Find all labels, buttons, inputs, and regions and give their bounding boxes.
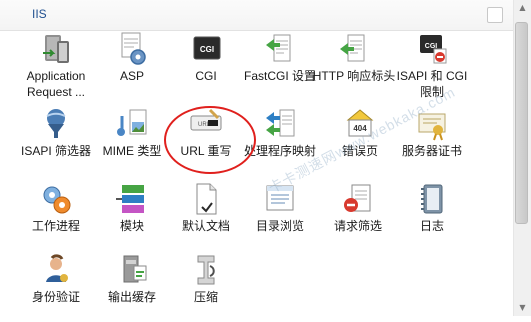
section-header: IIS [0, 0, 531, 31]
asp-icon [121, 32, 146, 65]
worker-processes-icon [43, 186, 71, 214]
feature-mime-types[interactable]: MIME 类型 [90, 106, 174, 176]
item-label: ASP [119, 69, 144, 83]
feature-worker-processes[interactable]: 工作进程 [14, 181, 98, 251]
item-label: 服务器证书 [401, 144, 462, 158]
item-label: 压缩 [193, 290, 218, 304]
feature-authentication[interactable]: 身份验证 [14, 252, 98, 322]
feature-default-document[interactable]: 默认文档 [164, 181, 248, 251]
fastcgi-icon [266, 34, 291, 62]
item-label: CGI [195, 69, 217, 83]
mime-types-icon [117, 109, 147, 136]
application-request-routing-icon [43, 35, 69, 63]
feature-application-request-routing[interactable]: Application Request ... [14, 31, 98, 101]
item-label: 默认文档 [181, 219, 230, 233]
isapi-filters-icon [46, 109, 66, 138]
authentication-icon [46, 254, 68, 282]
item-label: FastCGI 设置 [243, 69, 316, 83]
handler-mappings-icon [266, 109, 295, 137]
feature-output-caching[interactable]: 输出缓存 [90, 252, 174, 322]
logging-icon [421, 184, 443, 214]
feature-cgi[interactable]: CGI CGI [164, 31, 248, 101]
item-label: ISAPI 筛选器 [20, 144, 91, 158]
svg-text:CGI: CGI [200, 45, 214, 54]
item-label: 身份验证 [31, 290, 80, 304]
item-label: 工作进程 [31, 219, 80, 233]
output-caching-icon [123, 255, 147, 283]
item-label: HTTP 响应标头 [312, 69, 396, 83]
feature-http-response-headers[interactable]: HTTP 响应标头 [312, 31, 396, 101]
feature-compression[interactable]: 压缩 [164, 252, 248, 322]
vertical-scrollbar[interactable]: ▲ ▼ [513, 0, 531, 316]
feature-modules[interactable]: 模块 [90, 181, 174, 251]
item-label: Application Request ... [26, 69, 86, 99]
item-label: 日志 [419, 219, 444, 233]
collapse-button[interactable] [487, 7, 503, 23]
item-label: 目录浏览 [255, 219, 304, 233]
feature-request-filtering[interactable]: 请求筛选 [316, 181, 400, 251]
item-label: 模块 [119, 219, 144, 233]
cgi-icon: CGI [193, 36, 221, 60]
scroll-up-arrow[interactable]: ▲ [517, 2, 528, 14]
isapi-cgi-restrictions-icon: CGI [420, 35, 447, 64]
iis-features-panel: IIS ▲ ▼ Application Request ... ASP CGI [0, 0, 531, 316]
request-filtering-icon [344, 184, 371, 212]
feature-fastcgi[interactable]: FastCGI 设置 [238, 31, 322, 101]
default-document-icon [196, 183, 217, 215]
compression-icon [197, 255, 215, 285]
section-title: IIS [32, 7, 47, 21]
feature-logging[interactable]: 日志 [390, 181, 474, 251]
item-label: 输出缓存 [107, 290, 156, 304]
highlight-circle [164, 106, 256, 174]
item-label: 请求筛选 [333, 219, 382, 233]
http-response-headers-icon [340, 34, 365, 62]
item-label: MIME 类型 [102, 144, 162, 158]
modules-icon [116, 185, 144, 213]
feature-asp[interactable]: ASP [90, 31, 174, 101]
scroll-down-arrow[interactable]: ▼ [517, 302, 528, 314]
scrollbar-thumb[interactable] [515, 22, 528, 224]
feature-isapi-filters[interactable]: ISAPI 筛选器 [14, 106, 98, 176]
